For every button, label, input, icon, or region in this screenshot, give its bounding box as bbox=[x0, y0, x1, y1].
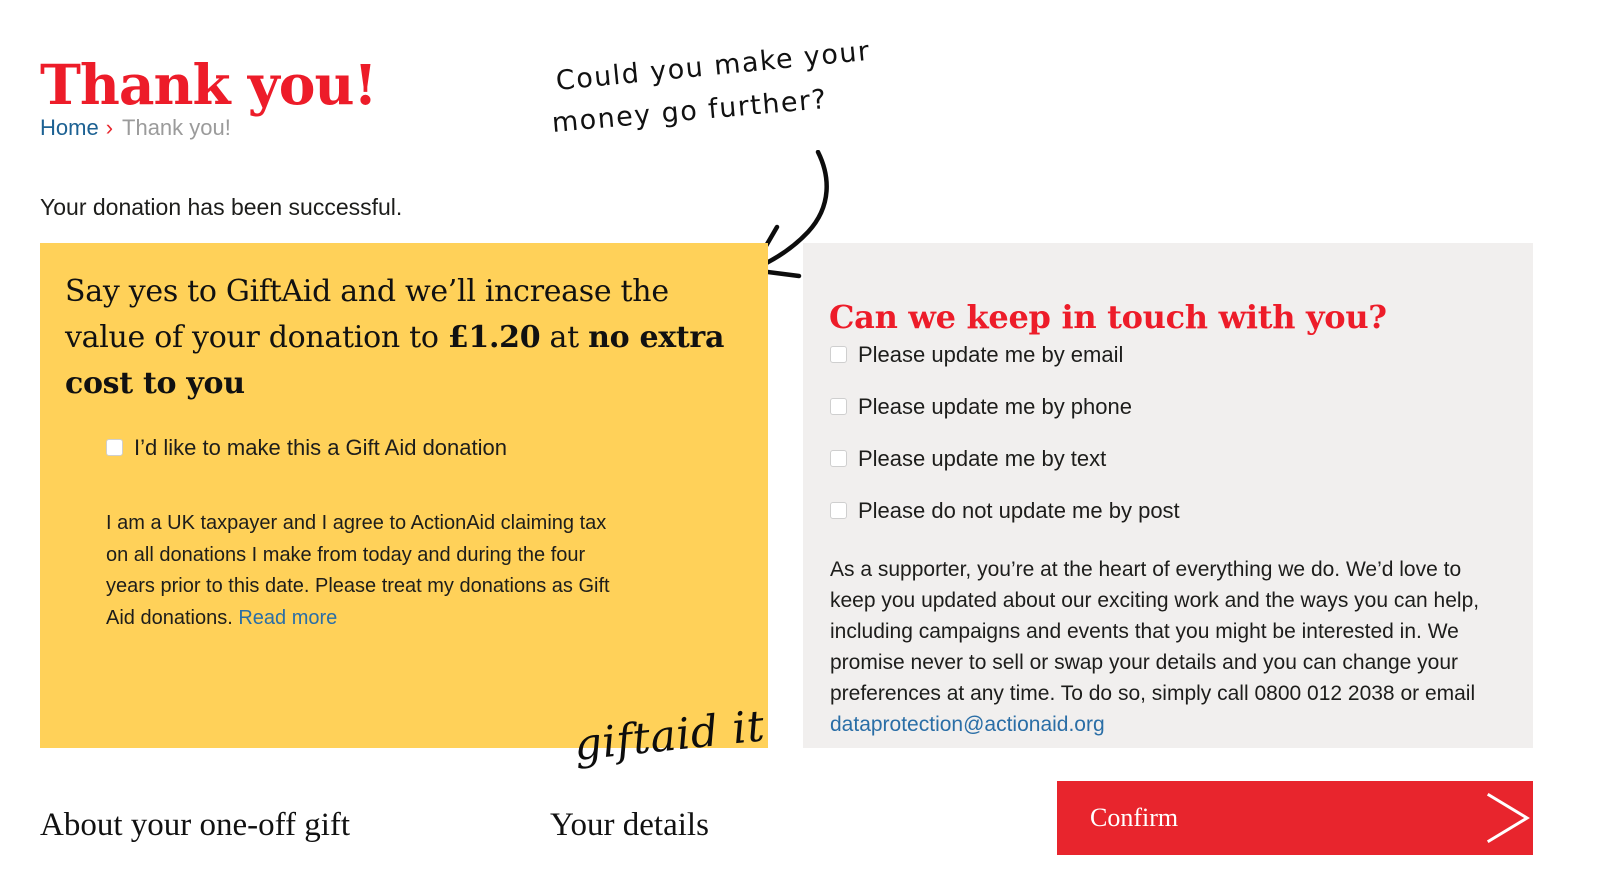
giftaid-panel: Say yes to GiftAid and we’ll increase th… bbox=[40, 243, 768, 771]
pref-phone-row[interactable]: Please update me by phone bbox=[830, 395, 1480, 419]
confirm-button[interactable]: Confirm bbox=[1057, 781, 1533, 855]
keep-in-touch-body-text: As a supporter, you’re at the heart of e… bbox=[830, 554, 1485, 740]
breadcrumb-home-link[interactable]: Home bbox=[40, 115, 99, 140]
annotation-line-1: Could you make your bbox=[554, 35, 872, 97]
page-title: Thank you! bbox=[40, 51, 378, 117]
giftaid-consent-label: I’d like to make this a Gift Aid donatio… bbox=[134, 435, 507, 460]
pref-email-label: Please update me by email bbox=[858, 342, 1124, 367]
giftaid-read-more-link[interactable]: Read more bbox=[238, 607, 337, 629]
giftaid-declaration-text: I am a UK taxpayer and I agree to Action… bbox=[106, 508, 626, 634]
keep-in-touch-body-copy: As a supporter, you’re at the heart of e… bbox=[830, 558, 1480, 705]
breadcrumb-current: Thank you! bbox=[122, 115, 231, 140]
giftaid-consent-checkbox[interactable] bbox=[106, 439, 123, 456]
donation-success-message: Your donation has been successful. bbox=[40, 194, 403, 220]
giftaid-it-logo: giftaid it bbox=[571, 701, 768, 771]
giftaid-heading-part2: at bbox=[540, 320, 589, 355]
pref-text-row[interactable]: Please update me by text bbox=[830, 447, 1480, 471]
pref-text-label: Please update me by text bbox=[858, 446, 1107, 471]
breadcrumb-separator-icon: › bbox=[105, 115, 114, 140]
chevron-right-icon bbox=[1486, 792, 1530, 844]
pref-no-post-row[interactable]: Please do not update me by post bbox=[830, 499, 1480, 523]
pref-no-post-checkbox[interactable] bbox=[830, 502, 847, 519]
data-protection-email-link[interactable]: dataprotection@actionaid.org bbox=[830, 713, 1105, 736]
annotation-line-2: money go further? bbox=[550, 83, 829, 139]
giftaid-consent-checkbox-row[interactable]: I’d like to make this a Gift Aid donatio… bbox=[106, 436, 507, 460]
confirm-button-label: Confirm bbox=[1090, 803, 1179, 832]
pref-phone-checkbox[interactable] bbox=[830, 398, 847, 415]
giftaid-declaration-body: I am a UK taxpayer and I agree to Action… bbox=[106, 512, 610, 629]
pref-phone-label: Please update me by phone bbox=[858, 394, 1132, 419]
keep-in-touch-panel: Can we keep in touch with you? Please up… bbox=[803, 243, 1533, 748]
giftaid-heading: Say yes to GiftAid and we’ll increase th… bbox=[65, 269, 735, 407]
footer-link-your-details[interactable]: Your details bbox=[550, 805, 709, 845]
contact-preferences-list: Please update me by email Please update … bbox=[830, 343, 1480, 523]
breadcrumb: Home › Thank you! bbox=[40, 113, 231, 143]
giftaid-amount: £1.20 bbox=[447, 320, 541, 355]
handwritten-annotation: Could you make your money go further? bbox=[550, 36, 872, 178]
pref-text-checkbox[interactable] bbox=[830, 450, 847, 467]
footer-link-about-your-gift[interactable]: About your one-off gift bbox=[40, 805, 350, 845]
keep-in-touch-heading: Can we keep in touch with you? bbox=[829, 297, 1387, 336]
pref-email-row[interactable]: Please update me by email bbox=[830, 343, 1480, 367]
footer-step-links: About your one-off gift Your details bbox=[40, 805, 1000, 855]
pref-email-checkbox[interactable] bbox=[830, 346, 847, 363]
pref-no-post-label: Please do not update me by post bbox=[858, 498, 1180, 523]
